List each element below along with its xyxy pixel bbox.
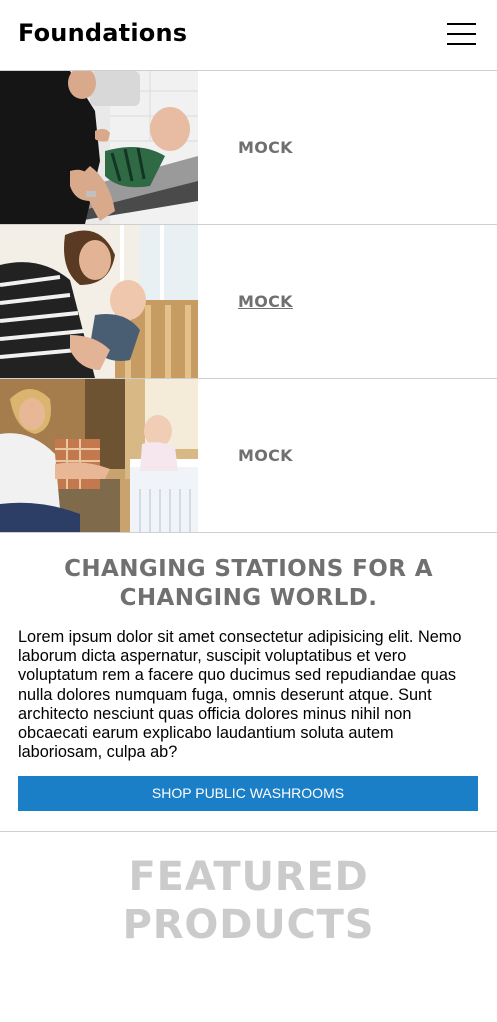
site-header: Foundations (0, 0, 497, 71)
mother-baby-playard-photo[interactable] (0, 379, 198, 532)
shop-public-washrooms-button[interactable]: SHOP PUBLIC WASHROOMS (18, 776, 478, 811)
intro-section: CHANGING STATIONS FOR A CHANGING WORLD. … (0, 533, 497, 832)
category-label[interactable]: MOCK (238, 138, 293, 157)
hamburger-menu-icon[interactable] (447, 23, 476, 45)
category-label-link[interactable]: MOCK (238, 292, 293, 311)
mother-lifting-baby-photo[interactable] (0, 225, 198, 378)
category-label[interactable]: MOCK (238, 446, 293, 465)
category-row[interactable]: MOCK (0, 379, 497, 533)
featured-products-heading: FEATURED PRODUCTS (0, 853, 497, 949)
menu-bar (447, 33, 476, 35)
category-row[interactable]: MOCK (0, 71, 497, 225)
featured-heading-line: PRODUCTS (122, 902, 375, 948)
intro-paragraph: Lorem ipsum dolor sit amet consectetur a… (18, 628, 462, 762)
category-row[interactable]: MOCK (0, 225, 497, 379)
menu-bar (447, 43, 476, 45)
brand-logo-text[interactable]: Foundations (18, 19, 187, 47)
featured-heading-line: FEATURED (128, 854, 369, 900)
menu-bar (447, 23, 476, 25)
father-changing-baby-photo[interactable] (0, 71, 198, 224)
section-heading: CHANGING STATIONS FOR A CHANGING WORLD. (64, 556, 433, 611)
